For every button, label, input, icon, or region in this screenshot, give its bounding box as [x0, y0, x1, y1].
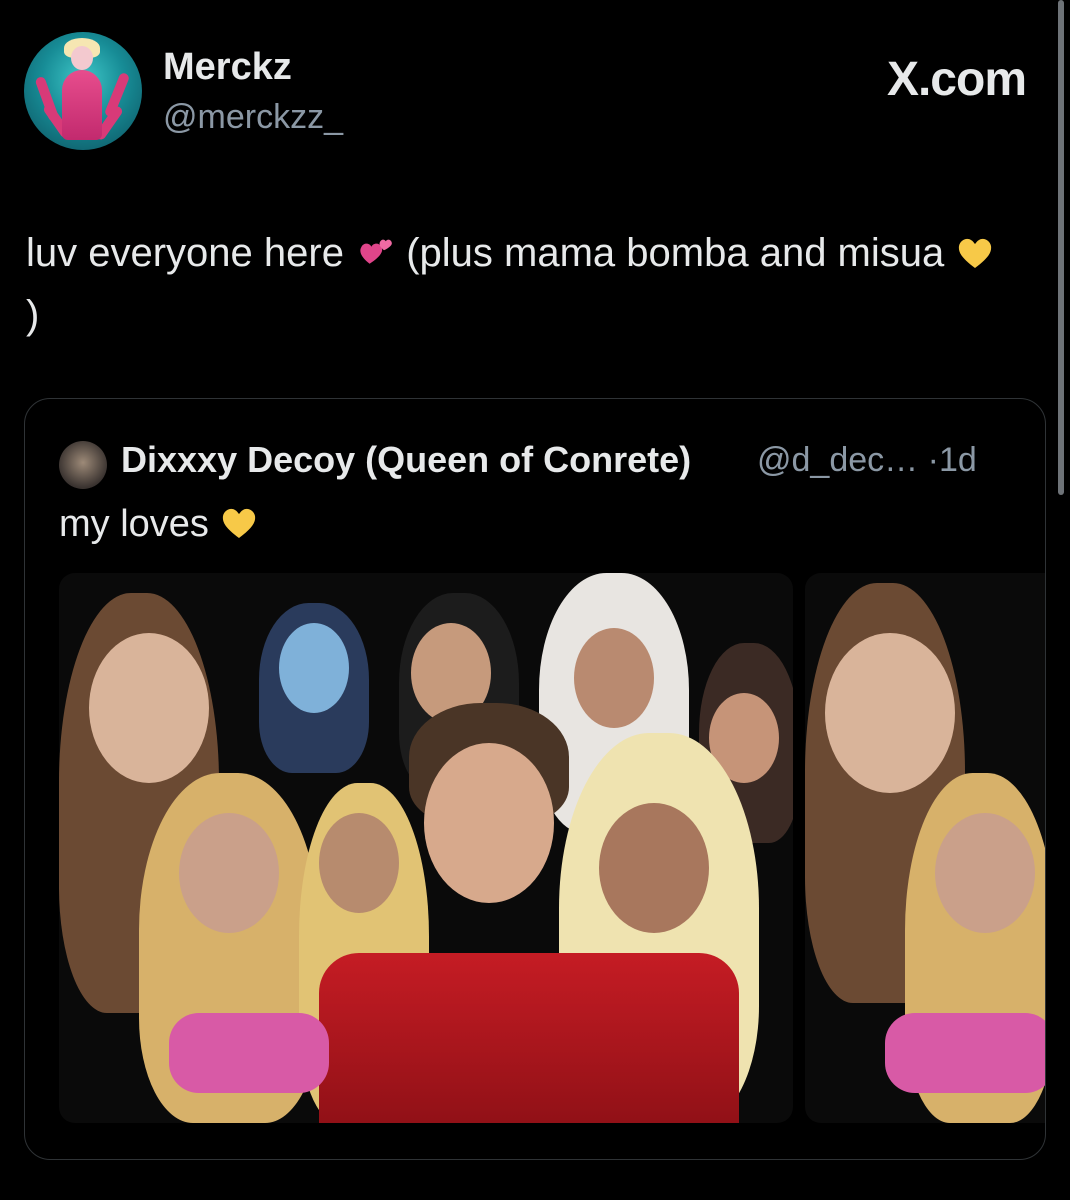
quoted-tweet-time[interactable]: 1d: [939, 441, 977, 479]
scrollbar[interactable]: [1058, 0, 1064, 495]
quoted-media-photo-2[interactable]: [805, 573, 1045, 1123]
quoted-media-photo-1[interactable]: [59, 573, 793, 1123]
yellow-heart-icon: [959, 238, 992, 268]
quoted-author-handle[interactable]: @d_dec…: [757, 441, 918, 479]
quoted-author-avatar[interactable]: [59, 441, 107, 489]
tweet-text: luv everyone here (plus mama bomba and m…: [26, 222, 1006, 346]
author-handle[interactable]: @merckzz_: [163, 98, 343, 137]
tweet-text-part2: (plus mama bomba and misua: [406, 231, 945, 275]
quoted-tweet-meta: @d_dec… ·1d: [757, 441, 977, 480]
meta-separator: ·: [927, 441, 939, 479]
quoted-tweet-text-content: my loves: [59, 503, 209, 545]
quoted-tweet-card[interactable]: Dixxxy Decoy (Queen of Conrete) @d_dec… …: [24, 398, 1046, 1160]
tweet-text-part1: luv everyone here: [26, 231, 344, 275]
two-hearts-icon: [360, 239, 392, 264]
tweet-text-part3: ): [26, 293, 40, 337]
quoted-author-display-name[interactable]: Dixxxy Decoy (Queen of Conrete): [121, 439, 691, 481]
author-display-name[interactable]: Merckz: [163, 46, 292, 89]
author-avatar[interactable]: [24, 32, 142, 150]
yellow-heart-icon: [223, 508, 256, 538]
brand-label: X.com: [886, 53, 1027, 106]
quoted-tweet-text: my loves: [59, 503, 259, 546]
